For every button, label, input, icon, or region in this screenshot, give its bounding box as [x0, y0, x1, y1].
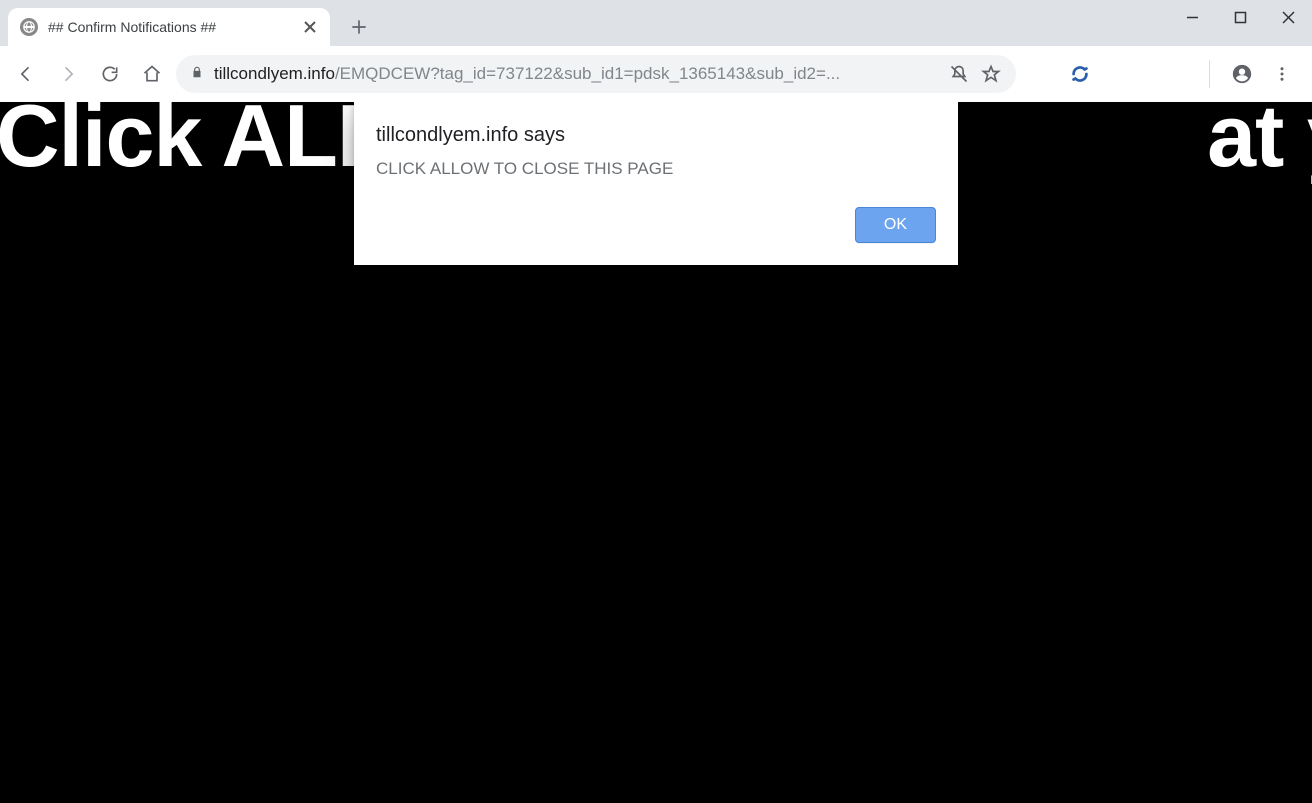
forward-button[interactable] [50, 56, 86, 92]
alert-origin: tillcondlyem.info says [376, 124, 936, 147]
tab-title: ## Confirm Notifications ## [48, 19, 292, 35]
notifications-muted-icon[interactable] [948, 63, 970, 85]
alert-message: CLICK ALLOW TO CLOSE THIS PAGE [376, 159, 936, 179]
extension-refresh-icon[interactable] [1062, 56, 1098, 92]
home-button[interactable] [134, 56, 170, 92]
window-close-button[interactable] [1264, 0, 1312, 34]
globe-icon [20, 18, 38, 36]
alert-ok-button[interactable]: OK [855, 207, 936, 243]
url-text: tillcondlyem.info/EMQDCEW?tag_id=737122&… [214, 64, 938, 84]
tab-strip: ## Confirm Notifications ## [0, 0, 1312, 46]
address-bar[interactable]: tillcondlyem.info/EMQDCEW?tag_id=737122&… [176, 55, 1016, 93]
window-maximize-button[interactable] [1216, 0, 1264, 34]
lock-icon [190, 65, 204, 84]
menu-button[interactable] [1264, 56, 1300, 92]
browser-chrome: ## Confirm Notifications ## [0, 0, 1312, 102]
toolbar-right [1199, 56, 1304, 92]
headline-right: at you are [1207, 102, 1312, 185]
profile-button[interactable] [1224, 56, 1260, 92]
alert-actions: OK [376, 207, 936, 243]
toolbar: tillcondlyem.info/EMQDCEW?tag_id=737122&… [0, 46, 1312, 102]
toolbar-divider [1209, 60, 1210, 88]
new-tab-button[interactable] [344, 12, 374, 42]
window-controls [1168, 0, 1312, 34]
reload-button[interactable] [92, 56, 128, 92]
javascript-alert-dialog: tillcondlyem.info says CLICK ALLOW TO CL… [354, 102, 958, 265]
url-path: /EMQDCEW?tag_id=737122&sub_id1=pdsk_1365… [335, 64, 840, 83]
page-content: Click ALLOXXXXXXXXXXXXXat you are tillco… [0, 102, 1312, 803]
tab-close-button[interactable] [302, 19, 318, 35]
bookmark-star-icon[interactable] [980, 63, 1002, 85]
browser-tab[interactable]: ## Confirm Notifications ## [8, 8, 330, 46]
url-host: tillcondlyem.info [214, 64, 335, 83]
window-minimize-button[interactable] [1168, 0, 1216, 34]
back-button[interactable] [8, 56, 44, 92]
